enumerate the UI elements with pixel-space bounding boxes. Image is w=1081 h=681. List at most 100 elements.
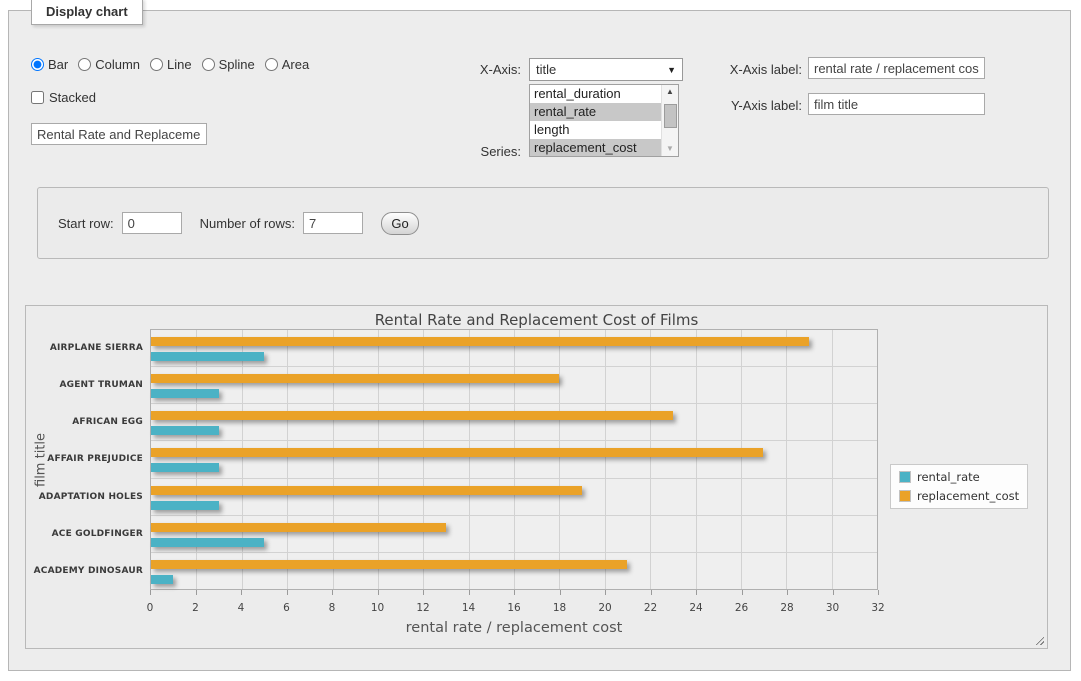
x-axis-select-value: title: [536, 62, 556, 77]
chart-type-group: Bar Column Line Spline Area: [31, 57, 309, 72]
tick-mark: [423, 590, 424, 595]
tick-mark: [742, 590, 743, 595]
y-axis-tick-label: ADAPTATION HOLES: [23, 492, 143, 502]
tick-mark: [878, 590, 879, 595]
bar-rental-rate: [151, 575, 173, 584]
x-axis-tick-label: 18: [553, 602, 566, 614]
bar-rental-rate: [151, 538, 264, 547]
x-axis-tick-label: 28: [780, 602, 793, 614]
x-axis-tick-label: 2: [192, 602, 199, 614]
x-axis-ticks: 02468101214161820222426283032: [150, 602, 878, 614]
series-option-length[interactable]: length: [530, 121, 661, 139]
plot-area: AIRPLANE SIERRAAGENT TRUMANAFRICAN EGGAF…: [150, 329, 878, 590]
radio-label: Area: [282, 57, 309, 72]
x-axis-tick-label: 30: [826, 602, 839, 614]
x-axis-select[interactable]: title ▼: [529, 58, 683, 81]
x-axis-title: rental rate / replacement cost: [150, 620, 878, 636]
chart-type-area[interactable]: Area: [265, 57, 309, 72]
chart-container: Rental Rate and Replacement Cost of Film…: [25, 305, 1048, 649]
y-axis-tick-label: ACE GOLDFINGER: [23, 529, 143, 539]
listbox-scrollbar[interactable]: ▲ ▼: [661, 85, 678, 156]
num-rows-label: Number of rows:: [200, 216, 295, 231]
y-axis-tick-label: AFFAIR PREJUDICE: [23, 454, 143, 464]
radio-bar[interactable]: [31, 58, 44, 71]
num-rows-input[interactable]: [303, 212, 363, 234]
bar-replacement-cost: [151, 374, 559, 383]
bar-replacement-cost: [151, 486, 582, 495]
tick-mark: [287, 590, 288, 595]
radio-label: Bar: [48, 57, 68, 72]
chart-type-line[interactable]: Line: [150, 57, 192, 72]
tick-mark: [332, 590, 333, 595]
chart-type-column[interactable]: Column: [78, 57, 140, 72]
fieldset-legend: Display chart: [31, 0, 143, 25]
x-axis-tick-label: 8: [329, 602, 336, 614]
chart-band: ACE GOLDFINGER: [151, 516, 877, 553]
y-axis-tick-label: ACADEMY DINOSAUR: [23, 566, 143, 576]
chart-band: AFRICAN EGG: [151, 404, 877, 441]
row-range-panel: Start row: Number of rows: Go: [37, 187, 1049, 259]
tick-mark: [651, 590, 652, 595]
bar-replacement-cost: [151, 560, 627, 569]
scroll-down-icon[interactable]: ▼: [666, 144, 674, 153]
series-option-replacement_cost[interactable]: replacement_cost: [530, 139, 661, 157]
x-axis-tick-label: 4: [238, 602, 245, 614]
legend-entry: rental_rate: [899, 470, 1019, 484]
x-axis-tick-label: 16: [507, 602, 520, 614]
legend-entry: replacement_cost: [899, 489, 1019, 503]
start-row-label: Start row:: [58, 216, 114, 231]
legend-swatch-rental-rate: [899, 471, 911, 483]
chart-band: AGENT TRUMAN: [151, 367, 877, 404]
x-axis-label-input[interactable]: [808, 57, 985, 79]
scroll-up-icon[interactable]: ▲: [666, 87, 674, 96]
bar-replacement-cost: [151, 523, 446, 532]
radio-line[interactable]: [150, 58, 163, 71]
radio-column[interactable]: [78, 58, 91, 71]
chart-legend: rental_rate replacement_cost: [890, 464, 1028, 509]
series-option-rental_duration[interactable]: rental_duration: [530, 85, 661, 103]
tick-mark: [241, 590, 242, 595]
resize-handle-icon[interactable]: [1033, 634, 1044, 645]
stacked-option[interactable]: Stacked: [31, 90, 96, 105]
tick-mark: [196, 590, 197, 595]
y-axis-label-input[interactable]: [808, 93, 985, 115]
x-axis-tick-label: 10: [371, 602, 384, 614]
radio-area[interactable]: [265, 58, 278, 71]
radio-label: Line: [167, 57, 192, 72]
go-button[interactable]: Go: [381, 212, 419, 235]
series-listbox-options: rental_durationrental_ratelengthreplacem…: [530, 85, 661, 156]
x-axis-tick-label: 24: [689, 602, 702, 614]
radio-label: Spline: [219, 57, 255, 72]
chart-title-input[interactable]: [31, 123, 207, 145]
bar-rental-rate: [151, 463, 219, 472]
tick-mark: [514, 590, 515, 595]
chart-type-bar[interactable]: Bar: [31, 57, 68, 72]
x-axis-tick-label: 22: [644, 602, 657, 614]
series-listbox[interactable]: rental_durationrental_ratelengthreplacem…: [529, 84, 679, 157]
bar-replacement-cost: [151, 448, 763, 457]
chart-band: AIRPLANE SIERRA: [151, 330, 877, 367]
x-axis-label-field-label: X-Axis label:: [664, 62, 802, 77]
y-axis-label-field-label: Y-Axis label:: [664, 98, 802, 113]
tick-mark: [469, 590, 470, 595]
tick-mark: [833, 590, 834, 595]
bar-rental-rate: [151, 426, 219, 435]
x-axis-tick-marks: [150, 590, 878, 595]
chart-band: ACADEMY DINOSAUR: [151, 553, 877, 589]
tick-mark: [560, 590, 561, 595]
stacked-checkbox[interactable]: [31, 91, 44, 104]
chart-band: ADAPTATION HOLES: [151, 479, 877, 516]
bar-rental-rate: [151, 501, 219, 510]
series-option-rental_rate[interactable]: rental_rate: [530, 103, 661, 121]
legend-swatch-replacement-cost: [899, 490, 911, 502]
legend-label: replacement_cost: [917, 489, 1019, 503]
bar-replacement-cost: [151, 411, 673, 420]
y-axis-tick-label: AIRPLANE SIERRA: [23, 343, 143, 353]
chart-title: Rental Rate and Replacement Cost of Film…: [26, 311, 1047, 329]
tick-mark: [150, 590, 151, 595]
x-axis-field-label: X-Axis:: [419, 62, 521, 77]
chart-type-spline[interactable]: Spline: [202, 57, 255, 72]
series-field-label: Series:: [419, 144, 521, 159]
start-row-input[interactable]: [122, 212, 182, 234]
radio-spline[interactable]: [202, 58, 215, 71]
